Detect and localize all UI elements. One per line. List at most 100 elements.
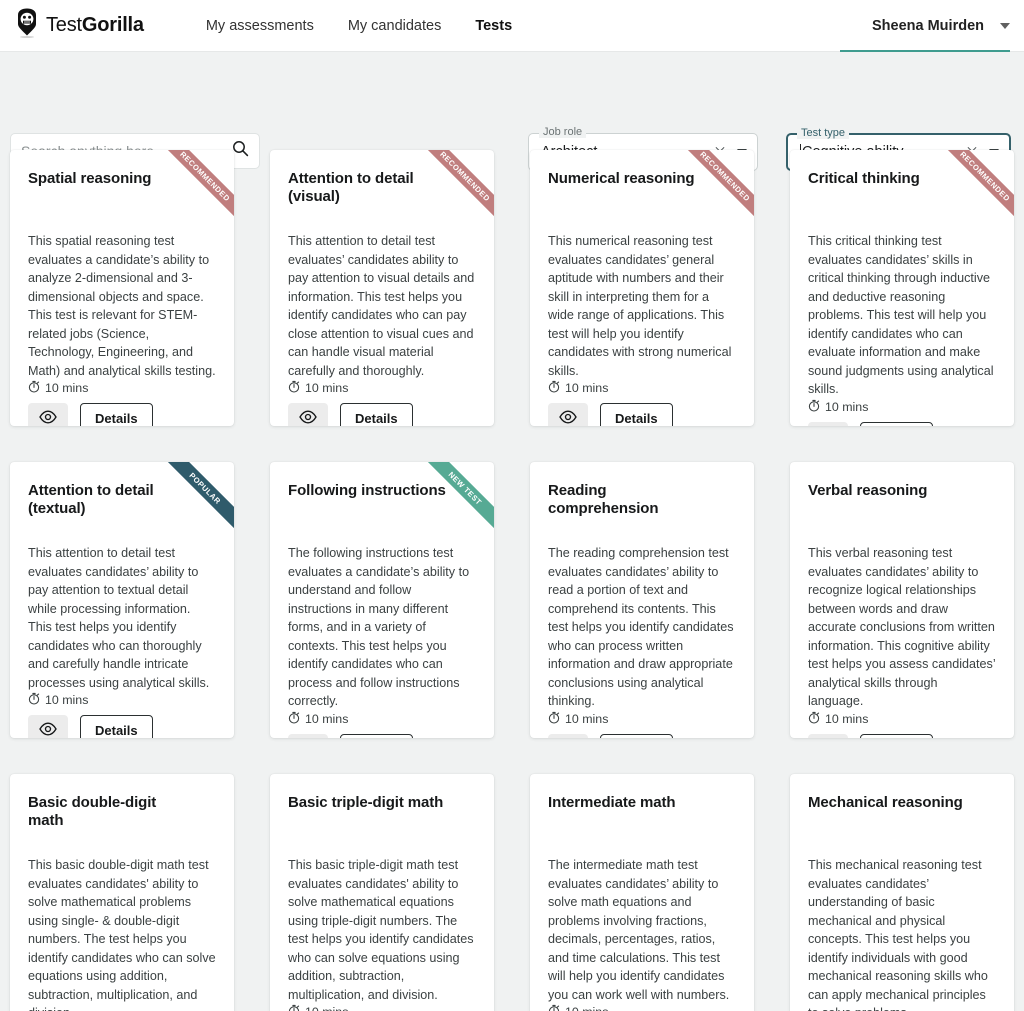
test-card-duration-label: 10 mins bbox=[565, 1005, 608, 1011]
details-button[interactable]: Details bbox=[340, 403, 413, 426]
test-card-duration: 10 mins bbox=[548, 711, 736, 727]
test-card-duration-label: 10 mins bbox=[305, 381, 349, 395]
test-card-title: Mechanical reasoning bbox=[808, 794, 963, 811]
test-card-duration: 10 mins bbox=[288, 711, 476, 727]
test-card-duration: 10 mins bbox=[808, 711, 996, 727]
test-card-description: This basic triple-digit math test evalua… bbox=[288, 858, 474, 1002]
brand-logo[interactable]: TestGorilla bbox=[14, 8, 144, 43]
test-card[interactable]: RECOMMENDED Attention to detail (visual) T… bbox=[270, 150, 494, 426]
test-card[interactable]: Mechanical reasoning This mechanical reas… bbox=[790, 774, 1014, 1011]
test-card-description: This verbal reasoning test evaluates can… bbox=[808, 546, 996, 708]
test-card[interactable]: Verbal reasoning This verbal reasoning te… bbox=[790, 462, 1014, 738]
test-card-title: Attention to detail (textual) bbox=[28, 482, 154, 518]
main-nav: My assessments My candidates Tests bbox=[206, 14, 512, 38]
timer-icon bbox=[288, 380, 300, 396]
test-card-actions: Details bbox=[808, 733, 996, 738]
details-button[interactable]: Details bbox=[860, 733, 933, 738]
test-card-duration-label: 10 mins bbox=[825, 711, 869, 726]
test-card-actions: Details bbox=[28, 715, 216, 738]
test-card-description: This numerical reasoning test evaluates … bbox=[548, 234, 732, 378]
test-card-duration-label: 10 mins bbox=[565, 381, 609, 395]
eye-icon bbox=[299, 410, 317, 426]
test-card[interactable]: Reading comprehension The reading compreh… bbox=[530, 462, 754, 738]
timer-icon bbox=[548, 380, 560, 396]
gorilla-logo-icon bbox=[14, 8, 40, 43]
test-card-duration-label: 10 mins bbox=[565, 711, 609, 726]
preview-test-button[interactable] bbox=[548, 403, 588, 426]
details-button[interactable]: Details bbox=[600, 733, 673, 738]
details-button[interactable]: Details bbox=[340, 733, 413, 738]
test-card-title: Verbal reasoning bbox=[808, 482, 928, 499]
preview-test-button[interactable] bbox=[288, 733, 328, 738]
test-card-grid: RECOMMENDED Spatial reasoning This spatial… bbox=[0, 150, 1024, 1011]
test-card[interactable]: RECOMMENDED Numerical reasoning This numer… bbox=[530, 150, 754, 426]
test-card-duration: 10 mins bbox=[288, 1004, 476, 1011]
test-card-duration: 10 mins bbox=[808, 399, 996, 415]
test-card[interactable]: POPULAR Attention to detail (textual) This… bbox=[10, 462, 234, 738]
details-button[interactable]: Details bbox=[860, 421, 933, 426]
brand-name-light: Test bbox=[46, 14, 82, 36]
test-card-actions: Details bbox=[28, 403, 216, 426]
eye-icon bbox=[39, 410, 57, 426]
timer-icon bbox=[288, 1004, 300, 1011]
test-card-actions: Details bbox=[808, 421, 996, 426]
test-card-title: Intermediate math bbox=[548, 794, 676, 811]
brand-name-bold: Gorilla bbox=[81, 14, 144, 36]
filter-job-role-label: Job role bbox=[539, 126, 587, 138]
test-card-title: Basic double-digit math bbox=[28, 794, 157, 830]
nav-item-my-assessments[interactable]: My assessments bbox=[206, 14, 314, 38]
timer-icon bbox=[808, 711, 820, 727]
nav-item-my-candidates[interactable]: My candidates bbox=[348, 14, 442, 38]
app-header: TestGorilla My assessments My candidates… bbox=[0, 0, 1024, 52]
test-card-duration: 10 mins bbox=[28, 692, 216, 708]
test-card-description: This spatial reasoning test evaluates a … bbox=[28, 234, 216, 378]
chevron-down-icon[interactable] bbox=[1000, 22, 1010, 29]
test-card[interactable]: NEW TEST Following instructions The follow… bbox=[270, 462, 494, 738]
test-card[interactable]: Intermediate math The intermediate math t… bbox=[530, 774, 754, 1011]
timer-icon bbox=[548, 711, 560, 727]
details-button[interactable]: Details bbox=[80, 403, 153, 426]
test-card-duration: 10 mins bbox=[28, 380, 216, 396]
preview-test-button[interactable] bbox=[28, 403, 68, 426]
test-card-title: Spatial reasoning bbox=[28, 170, 152, 187]
filter-bar: Job role Architect Test type Cognitive a… bbox=[0, 52, 1024, 171]
test-card-actions: Details bbox=[548, 403, 736, 426]
test-card-title: Critical thinking bbox=[808, 170, 920, 187]
nav-item-tests[interactable]: Tests bbox=[475, 14, 512, 38]
test-card-actions: Details bbox=[288, 733, 476, 738]
details-button[interactable]: Details bbox=[80, 715, 153, 738]
test-card-description: This attention to detail test evaluates … bbox=[28, 546, 210, 690]
test-card-title: Attention to detail (visual) bbox=[288, 170, 414, 206]
timer-icon bbox=[28, 692, 40, 708]
brand-name: TestGorilla bbox=[46, 14, 144, 37]
test-card-title: Basic triple-digit math bbox=[288, 794, 444, 811]
preview-test-button[interactable] bbox=[548, 733, 588, 738]
test-card[interactable]: Basic triple-digit math This basic triple… bbox=[270, 774, 494, 1011]
test-card-duration-label: 10 mins bbox=[825, 399, 869, 414]
test-card-title: Following instructions bbox=[288, 482, 446, 499]
test-card[interactable]: RECOMMENDED Critical thinking This critica… bbox=[790, 150, 1014, 426]
test-card[interactable]: Basic double-digit math This basic double… bbox=[10, 774, 234, 1011]
preview-test-button[interactable] bbox=[28, 715, 68, 738]
test-card-duration-label: 10 mins bbox=[305, 711, 349, 726]
user-name: Sheena Muirden bbox=[872, 17, 984, 34]
test-card-description: This mechanical reasoning test evaluates… bbox=[808, 858, 988, 1011]
search-icon[interactable] bbox=[232, 140, 249, 162]
preview-test-button[interactable] bbox=[808, 421, 848, 426]
test-card-description: The reading comprehension test evaluates… bbox=[548, 546, 734, 708]
test-card[interactable]: RECOMMENDED Spatial reasoning This spatial… bbox=[10, 150, 234, 426]
preview-test-button[interactable] bbox=[808, 733, 848, 738]
timer-icon bbox=[808, 399, 820, 415]
filter-test-type-label: Test type bbox=[797, 127, 850, 139]
test-card-duration-label: 10 mins bbox=[305, 1005, 348, 1011]
test-card-title: Numerical reasoning bbox=[548, 170, 695, 187]
test-card-description: This attention to detail test evaluates’… bbox=[288, 234, 475, 378]
user-menu[interactable]: Sheena Muirden bbox=[872, 18, 1010, 34]
details-button[interactable]: Details bbox=[600, 403, 673, 426]
test-card-description: The following instructions test evaluate… bbox=[288, 546, 470, 708]
test-card-actions: Details bbox=[288, 403, 476, 426]
preview-test-button[interactable] bbox=[288, 403, 328, 426]
eye-icon bbox=[39, 722, 57, 738]
timer-icon bbox=[28, 380, 40, 396]
timer-icon bbox=[288, 711, 300, 727]
